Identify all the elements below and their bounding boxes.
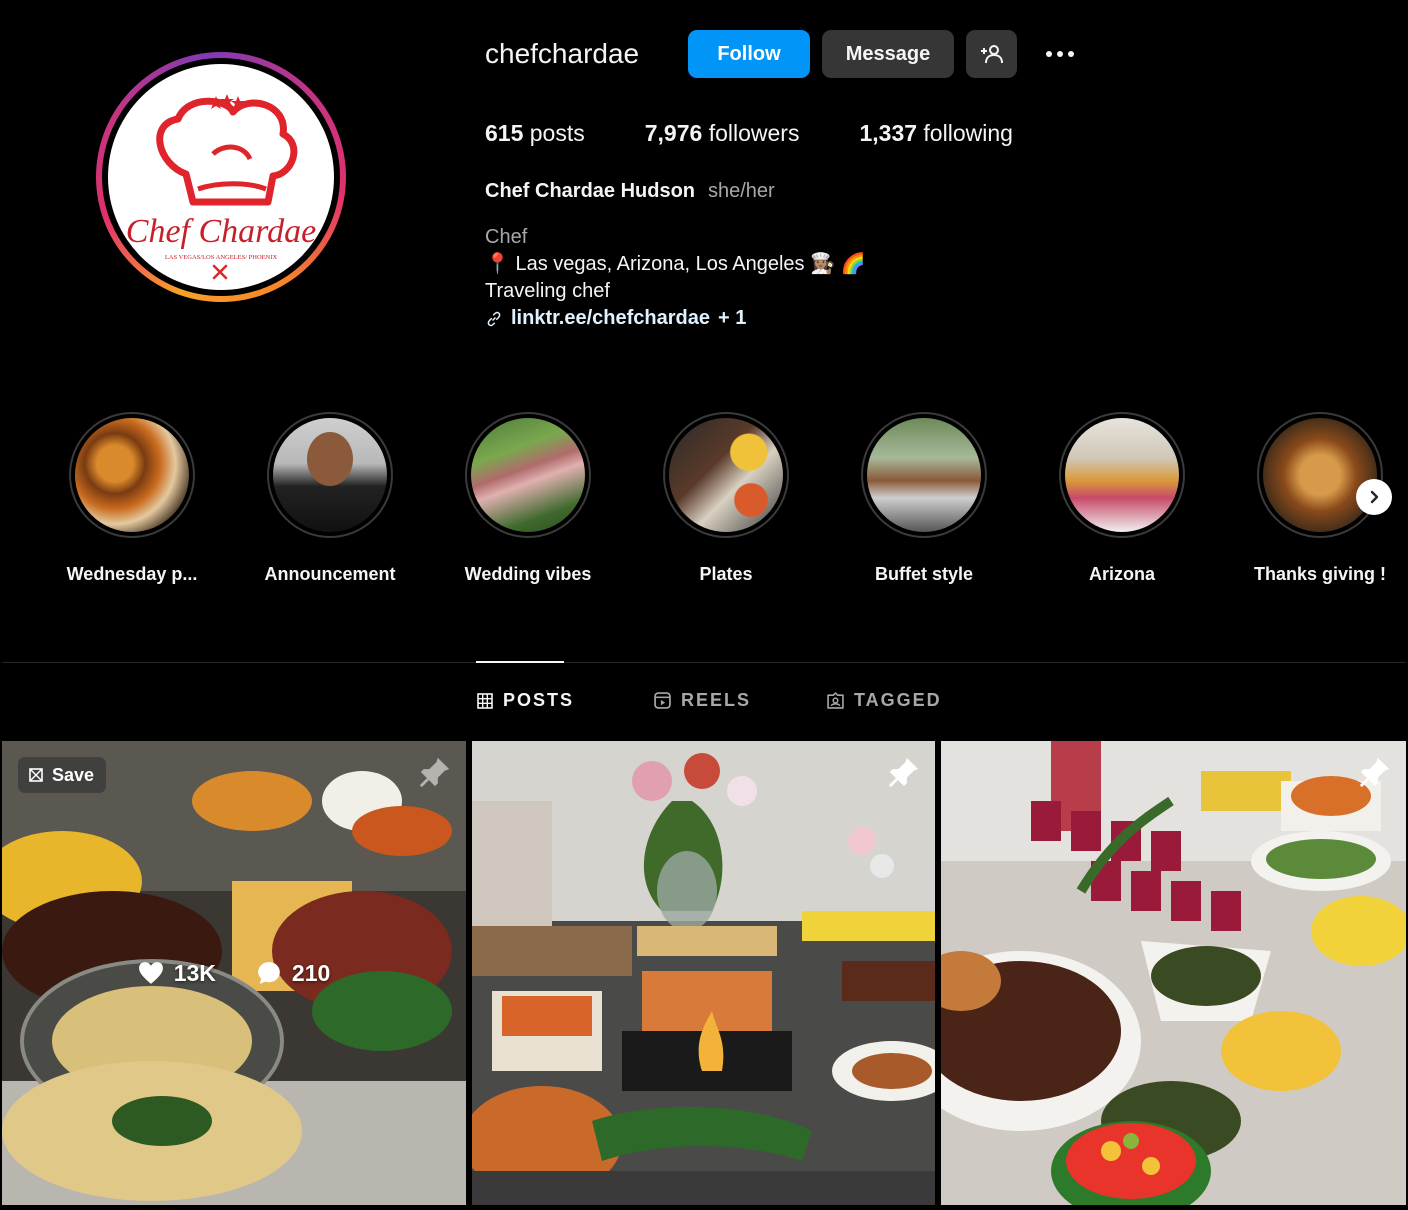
grid-icon	[477, 692, 493, 709]
likes-count: 13K	[173, 959, 216, 986]
highlight-cover	[1065, 418, 1179, 532]
tab-label: POSTS	[503, 690, 575, 710]
highlight-label: Arizona	[1088, 564, 1155, 584]
highlight-buffet-style[interactable]: Buffet style	[844, 412, 1004, 585]
pin-icon	[1359, 757, 1390, 788]
tab-posts[interactable]: POSTS	[477, 690, 574, 711]
tab-tagged[interactable]: TAGGED	[827, 690, 942, 711]
highlights-next-button[interactable]	[1356, 479, 1392, 515]
post-image	[941, 741, 1406, 1205]
highlight-label: Thanks giving !	[1253, 564, 1386, 584]
following-count[interactable]: 1,337 following	[859, 120, 1012, 147]
bio: Chef 📍 Las vegas, Arizona, Los Angeles 👩…	[485, 224, 865, 332]
heart-icon	[138, 962, 163, 984]
chef-hat-logo: Chef Chardae LAS VEGAS/LOS ANGELES/ PHOE…	[126, 94, 316, 280]
tab-reels[interactable]: REELS	[654, 690, 751, 711]
pronouns: she/her	[708, 180, 775, 202]
profile-stats: 615 posts 7,976 followers 1,337 followin…	[485, 120, 1073, 147]
bio-description: Traveling chef	[485, 280, 610, 302]
highlight-arizona[interactable]: Arizona	[1042, 412, 1202, 585]
comments-count: 210	[291, 959, 331, 986]
tab-label: REELS	[681, 690, 752, 710]
tagged-icon	[827, 692, 844, 709]
full-name: Chef Chardae Hudson	[485, 180, 696, 202]
post-image	[472, 741, 935, 1205]
post-tile[interactable]: Save 13K 210	[2, 741, 466, 1205]
more-options-icon[interactable]	[1040, 40, 1080, 68]
chef-logo: Chef Chardae LAS VEGAS/LOS ANGELES/ PHOE…	[108, 64, 334, 290]
highlight-label: Plates	[699, 564, 753, 584]
highlight-wednesday[interactable]: Wednesday p...	[52, 412, 212, 585]
bio-category: Chef	[485, 226, 528, 248]
highlight-cover	[669, 418, 783, 532]
svg-text:Chef Chardae: Chef Chardae	[126, 213, 316, 250]
chevron-right-icon	[1370, 490, 1379, 504]
highlight-cover	[471, 418, 585, 532]
bio-location: 📍 Las vegas, Arizona, Los Angeles 👩🏽‍🍳 🌈	[485, 253, 866, 275]
bio-link[interactable]: linktr.ee/chefchardae	[511, 305, 710, 332]
post-tile[interactable]	[941, 741, 1406, 1205]
highlight-label: Wednesday p...	[66, 564, 198, 584]
highlight-plates[interactable]: Plates	[646, 412, 806, 585]
tab-label: TAGGED	[854, 690, 942, 710]
posts-count: 615 posts	[485, 120, 585, 146]
active-tab-indicator	[476, 661, 564, 663]
post-hover-stats: 13K 210	[2, 741, 466, 1205]
highlight-cover	[867, 418, 981, 532]
profile-avatar[interactable]: Chef Chardae LAS VEGAS/LOS ANGELES/ PHOE…	[96, 52, 346, 302]
highlight-label: Wedding vibes	[464, 564, 592, 584]
highlight-label: Announcement	[264, 564, 396, 584]
likes-stat: 13K	[138, 960, 216, 987]
bio-link-row[interactable]: linktr.ee/chefchardae + 1	[485, 305, 865, 332]
comments-stat: 210	[256, 960, 330, 987]
followers-count[interactable]: 7,976 followers	[645, 120, 800, 147]
bio-link-extra[interactable]: + 1	[718, 305, 746, 332]
highlight-cover	[75, 418, 189, 532]
highlight-label: Buffet style	[874, 564, 973, 584]
suggest-user-button[interactable]	[966, 30, 1017, 78]
highlight-cover	[273, 418, 387, 532]
link-icon	[487, 311, 501, 326]
post-tile[interactable]	[472, 741, 935, 1205]
follow-button[interactable]: Follow	[688, 30, 810, 78]
highlight-announcement[interactable]: Announcement	[250, 412, 410, 585]
svg-text:LAS VEGAS/LOS ANGELES/ PHOENIX: LAS VEGAS/LOS ANGELES/ PHOENIX	[165, 254, 278, 261]
reels-icon	[654, 692, 671, 709]
add-user-icon	[980, 45, 1003, 64]
pin-icon	[888, 757, 919, 788]
username: chefchardae	[485, 38, 640, 69]
highlight-wedding-vibes[interactable]: Wedding vibes	[448, 412, 608, 585]
profile-page: Chef Chardae LAS VEGAS/LOS ANGELES/ PHOE…	[0, 0, 1408, 1210]
tabs-divider	[2, 662, 1406, 663]
highlight-cover	[1263, 418, 1377, 532]
comment-icon	[258, 962, 280, 984]
message-button[interactable]: Message	[822, 30, 954, 78]
